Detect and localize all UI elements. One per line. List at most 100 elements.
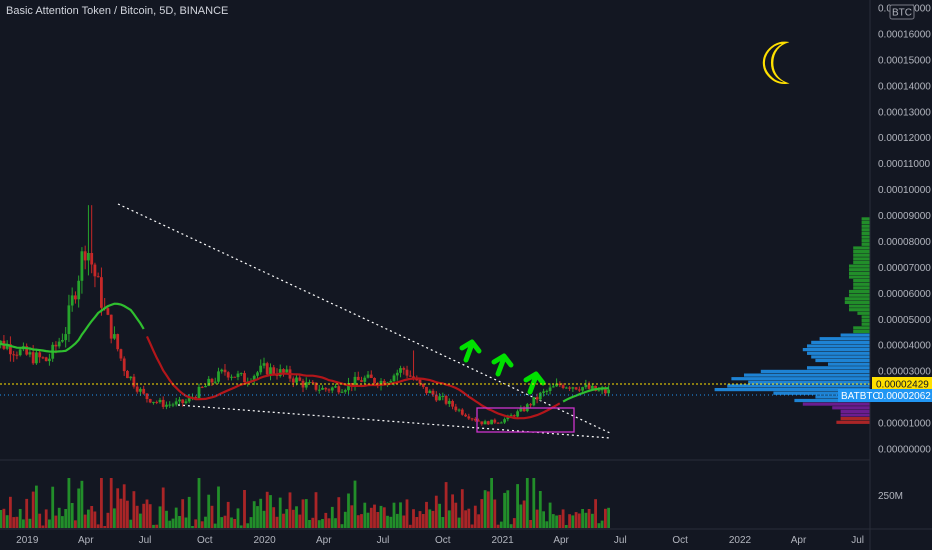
volume-bar [545, 521, 549, 528]
volume-bar [577, 513, 581, 528]
volume-bar [246, 523, 250, 528]
volume-profile-bar [836, 420, 870, 424]
candle-body [90, 253, 94, 265]
candle-body [301, 380, 305, 388]
volume-bar [451, 494, 454, 528]
volume-bar [382, 507, 386, 528]
candle-body [207, 378, 211, 386]
volume-bar [438, 503, 441, 528]
volume-bar [217, 486, 220, 528]
candle-body [100, 277, 103, 308]
volume-bar [301, 499, 305, 528]
candle-body [48, 358, 51, 362]
candle-body [538, 392, 542, 400]
volume-bar [392, 502, 396, 528]
time-tick-label: Oct [197, 535, 213, 546]
volume-bar [187, 496, 191, 528]
volume-bar [152, 524, 155, 528]
volume-bar [327, 518, 331, 528]
time-tick-label: Oct [672, 535, 688, 546]
volume-bar [477, 514, 480, 528]
price-tick-label: 0.00013000 [878, 107, 931, 118]
volume-bar [129, 519, 133, 528]
candle-body [145, 393, 149, 399]
volume-bar [591, 513, 594, 528]
volume-profile-bar [811, 355, 870, 359]
candle-body [38, 352, 42, 358]
candle-body [529, 404, 532, 406]
candle-body [324, 387, 328, 390]
candle-body [152, 401, 155, 403]
time-tick-label: Apr [553, 535, 569, 546]
volume-bar [356, 515, 360, 528]
candle-body [265, 363, 269, 375]
candle-body [233, 376, 237, 378]
volume-bar [555, 515, 558, 528]
candle-body [522, 408, 526, 412]
volume-bar [119, 498, 123, 528]
volume-profile-bar [840, 333, 870, 337]
time-tick-label: 2020 [253, 535, 276, 546]
candle-body [447, 401, 451, 404]
volume-profile-bar [853, 250, 870, 254]
price-tick-label: 0.00011000 [878, 159, 931, 170]
time-tick-label: Jul [139, 535, 152, 546]
time-tick-label: Jul [614, 535, 627, 546]
volume-bar [223, 515, 227, 528]
volume-bar [106, 512, 110, 528]
volume-bar [574, 512, 578, 528]
volume-bar [174, 507, 178, 528]
volume-profile-bar [853, 257, 870, 261]
volume-profile-bar [811, 340, 870, 344]
volume-profile-bar [861, 231, 870, 235]
volume-bar [54, 515, 58, 528]
candle-body [204, 386, 207, 388]
volume-bar [457, 517, 461, 528]
candle-body [67, 305, 71, 334]
candle-body [96, 276, 100, 278]
volume-bar [200, 521, 204, 528]
candle-body [561, 385, 565, 388]
candle-body [220, 369, 224, 372]
candle-body [12, 354, 16, 356]
volume-bar [503, 492, 506, 528]
volume-bar [282, 513, 285, 528]
time-tick-label: 2021 [491, 535, 514, 546]
candle-body [116, 334, 120, 350]
volume-bar [194, 519, 198, 528]
volume-profile-bar [861, 228, 870, 232]
time-axis[interactable]: 2019 Apr Jul Oct 2020 Apr Jul Oct 2021 Apr Jul Oct 2… [16, 535, 864, 546]
candle-body [74, 295, 77, 300]
volume-profile-bar [840, 413, 870, 417]
chart-area[interactable]: 0.000170000.000160000.000150000.00014000… [0, 0, 932, 550]
volume-bar [412, 509, 415, 528]
volume-bar [161, 487, 165, 528]
candle-body [308, 382, 311, 383]
volume-bar [311, 517, 315, 528]
candle-body [519, 408, 523, 412]
volume-bar [587, 509, 591, 528]
btc-badge[interactable]: BTC [889, 4, 915, 20]
volume-bar [145, 499, 149, 528]
volume-profile-bar [832, 406, 870, 410]
volume-bar [324, 512, 328, 528]
symbol-price-text: 0.00002062 [878, 391, 931, 402]
volume-bar [9, 496, 12, 528]
volume-bar [259, 498, 263, 528]
volume-bar [210, 505, 214, 528]
volume-profile-bar [853, 260, 870, 265]
candle-body [548, 387, 552, 391]
volume-bar [600, 520, 604, 528]
volume-bar [604, 508, 607, 528]
candle-body [330, 387, 334, 391]
candle-body [239, 373, 243, 375]
volume-bar [51, 486, 55, 528]
candle-body [356, 376, 360, 381]
candle-body [226, 372, 230, 378]
chart-title: Basic Attention Token / Bitcoin, 5D, BIN… [6, 5, 229, 17]
volume-bar [321, 519, 324, 528]
candle-body [464, 414, 467, 417]
candle-body [64, 334, 68, 341]
price-tick-label: 0.00007000 [878, 263, 931, 274]
candle-body [321, 387, 324, 390]
